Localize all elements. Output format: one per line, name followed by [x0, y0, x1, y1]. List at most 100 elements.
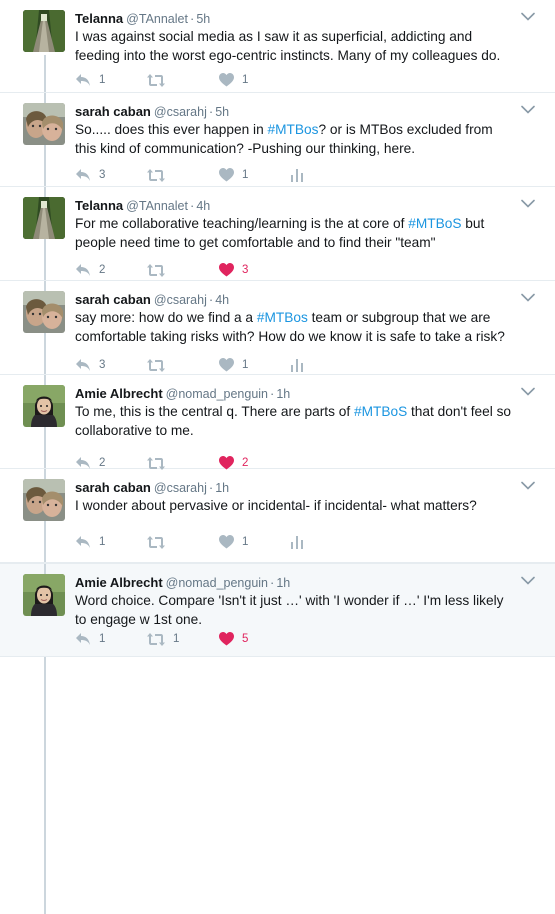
timestamp[interactable]: 4h: [196, 199, 210, 213]
reply-count: 1: [99, 536, 106, 548]
tweet-text-segment: I was against social media as I saw it a…: [75, 29, 501, 63]
tweet-header: Telanna @TAnnalet · 4h: [75, 198, 210, 214]
reply-icon: [75, 168, 91, 182]
avatar[interactable]: [23, 479, 65, 521]
conversation-thread: Telanna @TAnnalet · 5h I was against social …: [0, 0, 555, 914]
retweet-icon: [147, 632, 165, 646]
hashtag-link[interactable]: #MTBos: [257, 310, 308, 325]
author-handle[interactable]: @nomad_penguin: [166, 387, 268, 401]
avatar[interactable]: [23, 103, 65, 145]
tweet-text-segment: For me collaborative teaching/learning i…: [75, 216, 409, 231]
timestamp[interactable]: 4h: [215, 293, 229, 307]
hashtag-link[interactable]: #MTBos: [268, 122, 319, 137]
author-handle[interactable]: @csarahj: [154, 105, 207, 119]
author-name[interactable]: sarah caban: [75, 104, 151, 119]
timestamp[interactable]: 1h: [276, 387, 290, 401]
like-button[interactable]: 1: [219, 534, 291, 550]
reply-icon: [75, 535, 91, 549]
heart-icon: [219, 168, 234, 182]
like-button[interactable]: 1: [219, 72, 291, 88]
analytics-button[interactable]: [291, 357, 303, 373]
tweet-text: I was against social media as I saw it a…: [75, 28, 515, 65]
author-name[interactable]: Amie Albrecht: [75, 575, 163, 590]
hashtag-link[interactable]: #MTBoS: [408, 216, 461, 231]
tweet-text: For me collaborative teaching/learning i…: [75, 215, 515, 252]
author-name[interactable]: Amie Albrecht: [75, 386, 163, 401]
analytics-button[interactable]: [291, 534, 303, 550]
like-button[interactable]: 5: [219, 631, 291, 647]
timestamp[interactable]: 1h: [276, 576, 290, 590]
retweet-button[interactable]: [147, 72, 219, 88]
reply-count: 3: [99, 169, 106, 181]
like-button[interactable]: 1: [219, 167, 291, 183]
retweet-button[interactable]: [147, 357, 219, 373]
like-count: 2: [242, 457, 249, 469]
tweet[interactable]: Telanna @TAnnalet · 5h I was against social …: [0, 0, 555, 93]
avatar[interactable]: [23, 10, 65, 52]
author-handle[interactable]: @csarahj: [154, 481, 207, 495]
timestamp[interactable]: 5h: [215, 105, 229, 119]
tweet-actions: 11: [75, 534, 303, 550]
author-name[interactable]: Telanna: [75, 198, 123, 213]
author-name[interactable]: Telanna: [75, 11, 123, 26]
tweet-actions: 31: [75, 357, 303, 373]
hashtag-link[interactable]: #MTBoS: [354, 404, 407, 419]
like-count: 1: [242, 169, 249, 181]
reply-icon: [75, 632, 91, 646]
tweet[interactable]: sarah caban @csarahj · 4h say more: how do w…: [0, 281, 555, 375]
author-handle[interactable]: @csarahj: [154, 293, 207, 307]
retweet-button[interactable]: [147, 167, 219, 183]
author-handle[interactable]: @TAnnalet: [126, 12, 188, 26]
tweet[interactable]: sarah caban @csarahj · 1h I wonder about per…: [0, 469, 555, 563]
reply-icon: [75, 456, 91, 470]
like-button[interactable]: 1: [219, 357, 291, 373]
analytics-button[interactable]: [291, 167, 303, 183]
reply-button[interactable]: 3: [75, 167, 147, 183]
tweet-header: sarah caban @csarahj · 5h: [75, 104, 229, 120]
author-name[interactable]: sarah caban: [75, 292, 151, 307]
avatar[interactable]: [23, 197, 65, 239]
retweet-button[interactable]: 1: [147, 631, 219, 647]
retweet-icon: [147, 263, 165, 277]
tweet[interactable]: Telanna @TAnnalet · 4h For me collaborative …: [0, 187, 555, 281]
reply-button[interactable]: 3: [75, 357, 147, 373]
tweet[interactable]: Amie Albrecht @nomad_penguin · 1h Word choic…: [0, 563, 555, 657]
tweet-text: So..... does this ever happen in #MTBos?…: [75, 121, 515, 158]
tweet-header: sarah caban @csarahj · 4h: [75, 292, 229, 308]
reply-button[interactable]: 2: [75, 262, 147, 278]
author-name[interactable]: sarah caban: [75, 480, 151, 495]
reply-button[interactable]: 1: [75, 534, 147, 550]
reply-count: 2: [99, 264, 106, 276]
tweet[interactable]: sarah caban @csarahj · 5h So..... does this …: [0, 93, 555, 187]
tweet-text: Word choice. Compare 'Isn't it just …' w…: [75, 592, 515, 629]
tweet-text-segment: Word choice. Compare 'Isn't it just …' w…: [75, 593, 504, 627]
heart-icon: [219, 456, 234, 470]
timestamp[interactable]: 5h: [196, 12, 210, 26]
separator-dot: ·: [189, 11, 195, 26]
avatar[interactable]: [23, 291, 65, 333]
reply-count: 1: [99, 633, 106, 645]
tweet-text-segment: So..... does this ever happen in: [75, 122, 268, 137]
tweet-text: I wonder about pervasive or incidental- …: [75, 497, 515, 516]
analytics-icon: [291, 535, 303, 549]
timestamp[interactable]: 1h: [215, 481, 229, 495]
tweet-text-segment: I wonder about pervasive or incidental- …: [75, 498, 477, 513]
reply-icon: [75, 263, 91, 277]
tweet-actions: 23: [75, 262, 291, 278]
separator-dot: ·: [270, 575, 275, 590]
reply-button[interactable]: 1: [75, 72, 147, 88]
like-button[interactable]: 3: [219, 262, 291, 278]
reply-button[interactable]: 1: [75, 631, 147, 647]
author-handle[interactable]: @TAnnalet: [126, 199, 188, 213]
separator-dot: ·: [270, 386, 275, 401]
tweet-header: Amie Albrecht @nomad_penguin · 1h: [75, 575, 290, 591]
reply-count: 2: [99, 457, 106, 469]
retweet-count: 1: [173, 633, 180, 645]
tweet[interactable]: Amie Albrecht @nomad_penguin · 1h To me, thi…: [0, 375, 555, 470]
author-handle[interactable]: @nomad_penguin: [166, 576, 268, 590]
retweet-button[interactable]: [147, 534, 219, 550]
tweet-header: Telanna @TAnnalet · 5h: [75, 11, 210, 27]
avatar[interactable]: [23, 574, 65, 616]
avatar[interactable]: [23, 385, 65, 427]
retweet-button[interactable]: [147, 262, 219, 278]
